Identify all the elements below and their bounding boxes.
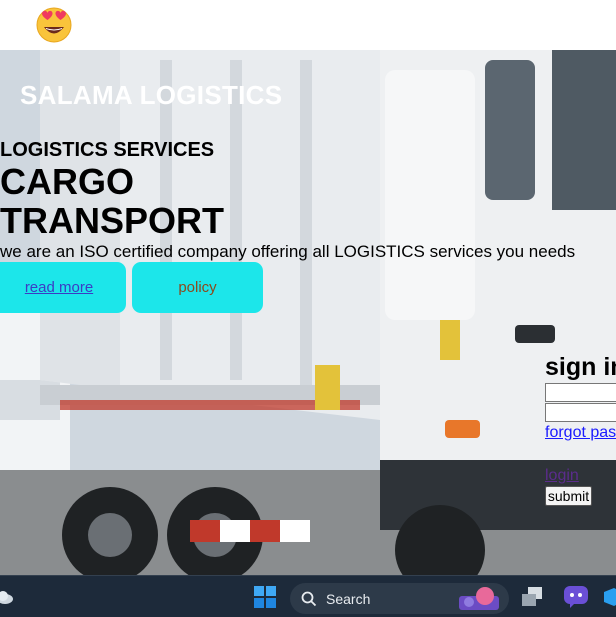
task-view-icon[interactable] <box>520 576 546 617</box>
search-icon <box>301 591 317 606</box>
hero-headline: CARGO TRANSPORT <box>0 161 224 241</box>
chat-icon[interactable] <box>562 576 590 617</box>
policy-label: policy <box>178 279 217 296</box>
password-input[interactable] <box>545 403 616 422</box>
weather-icon[interactable] <box>0 576 16 617</box>
vscode-icon[interactable] <box>604 576 616 617</box>
hero-subtitle: LOGISTICS SERVICES <box>0 139 215 161</box>
taskbar-search-box[interactable]: Search <box>290 583 509 614</box>
read-more-label[interactable]: read more <box>25 279 93 296</box>
search-highlight-icon <box>459 587 499 610</box>
brand-title: SALAMA LOGISTICS <box>20 80 283 110</box>
username-input[interactable] <box>545 383 616 402</box>
top-bar <box>0 0 616 50</box>
hero-tagline: we are an ISO certified company offering… <box>0 242 576 261</box>
search-label: Search <box>326 590 371 607</box>
heart-eyes-emoji-icon[interactable] <box>34 4 74 44</box>
forgot-password-link[interactable]: forgot password <box>545 424 616 442</box>
read-more-button[interactable]: read more <box>0 262 126 313</box>
hero-section: SALAMA LOGISTICS LOGISTICS SERVICES CARG… <box>0 50 616 575</box>
signin-title: sign in <box>545 353 616 381</box>
taskbar: Search <box>0 575 616 617</box>
signin-form: sign in forgot password login submit <box>545 353 616 506</box>
windows-start-icon[interactable] <box>252 576 278 617</box>
login-link[interactable]: login <box>545 467 616 485</box>
policy-button[interactable]: policy <box>132 262 263 313</box>
submit-button[interactable]: submit <box>545 486 592 506</box>
